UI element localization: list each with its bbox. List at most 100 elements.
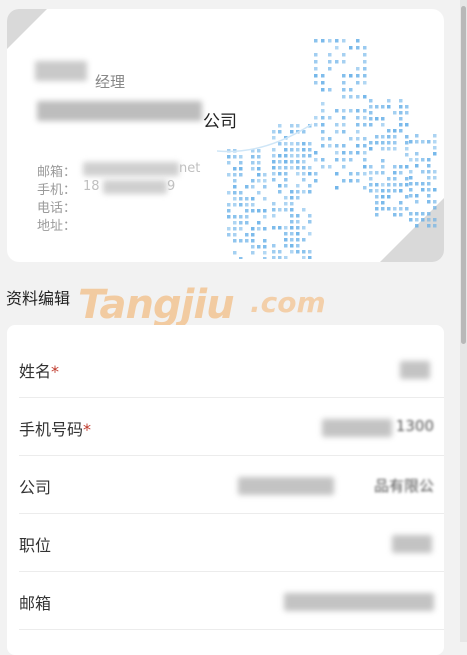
building-dot bbox=[349, 74, 353, 78]
building-dot bbox=[427, 200, 431, 204]
building-dot bbox=[363, 53, 367, 57]
building-dot bbox=[278, 226, 282, 230]
building-dot bbox=[284, 172, 288, 176]
vertical-scrollbar[interactable] bbox=[460, 0, 467, 642]
building-dot bbox=[356, 172, 360, 176]
building-dot bbox=[302, 154, 306, 158]
building-dot bbox=[415, 218, 419, 222]
building-dot bbox=[363, 172, 367, 176]
required-mark: * bbox=[83, 420, 92, 439]
building-dot bbox=[321, 158, 325, 162]
watermark-dotcom: .com bbox=[250, 286, 326, 319]
building-dot bbox=[284, 238, 288, 242]
card-name-redacted bbox=[35, 61, 87, 81]
building-dot bbox=[272, 226, 276, 230]
building-dot bbox=[239, 173, 243, 177]
building-dot bbox=[381, 117, 385, 121]
building-dot bbox=[409, 212, 413, 216]
building-dot bbox=[356, 39, 360, 43]
building-dot bbox=[284, 148, 288, 152]
building-dot bbox=[251, 179, 255, 183]
building-dot bbox=[245, 185, 249, 189]
field-value-position-redacted[interactable] bbox=[392, 535, 432, 553]
field-value-mobile-redacted[interactable] bbox=[322, 419, 392, 437]
building-dot bbox=[349, 158, 353, 162]
building-dot bbox=[433, 200, 437, 204]
card-phone-redacted bbox=[103, 180, 167, 194]
building-dot bbox=[321, 81, 325, 85]
building-dot bbox=[308, 250, 312, 254]
building-dot bbox=[381, 147, 385, 151]
building-dot bbox=[314, 123, 318, 127]
building-dot bbox=[290, 130, 294, 134]
field-value-company-tail[interactable]: 品有限公 bbox=[374, 475, 434, 496]
building-dot bbox=[302, 142, 306, 146]
building-dot bbox=[328, 60, 332, 64]
building-dot bbox=[356, 95, 360, 99]
building-dot bbox=[263, 197, 267, 201]
building-dot bbox=[239, 191, 243, 195]
building-dot bbox=[381, 171, 385, 175]
building-dot bbox=[421, 182, 425, 186]
building-dot bbox=[290, 238, 294, 242]
building-dot bbox=[342, 39, 346, 43]
building-dot bbox=[290, 154, 294, 158]
building-dot bbox=[257, 221, 261, 225]
field-row-position[interactable]: 职位 bbox=[19, 513, 444, 572]
building-dot bbox=[302, 208, 306, 212]
building-dot bbox=[251, 167, 255, 171]
field-value-email-redacted[interactable] bbox=[284, 593, 434, 611]
building-dot bbox=[302, 250, 306, 254]
field-value-company-redacted[interactable] bbox=[238, 477, 334, 495]
building-dot bbox=[308, 256, 312, 259]
building-dot bbox=[363, 95, 367, 99]
building-dot bbox=[227, 209, 231, 213]
building-dot bbox=[233, 251, 237, 255]
building-dot bbox=[427, 182, 431, 186]
building-dot bbox=[284, 160, 288, 164]
building-dot bbox=[342, 88, 346, 92]
field-value-mobile-tail[interactable]: 1300 bbox=[396, 417, 434, 435]
scrollbar-thumb[interactable] bbox=[461, 6, 466, 344]
building-dot bbox=[387, 183, 391, 187]
building-dot bbox=[381, 201, 385, 205]
building-dot bbox=[427, 224, 431, 228]
building-dot bbox=[296, 124, 300, 128]
card-tel-label: 电话： bbox=[37, 201, 77, 216]
building-dot bbox=[314, 67, 318, 71]
field-row-name[interactable]: 姓名* bbox=[19, 339, 444, 398]
building-dot bbox=[363, 165, 367, 169]
field-row-email[interactable]: 邮箱 bbox=[19, 571, 444, 630]
building-dot bbox=[335, 60, 339, 64]
building-dot bbox=[399, 171, 403, 175]
building-dot bbox=[387, 207, 391, 211]
building-dot bbox=[321, 144, 325, 148]
building-dot bbox=[405, 153, 409, 157]
building-dot bbox=[405, 183, 409, 187]
building-dot bbox=[284, 208, 288, 212]
field-label-mobile-text: 手机号码 bbox=[19, 420, 84, 439]
building-dot bbox=[399, 165, 403, 169]
building-dot bbox=[233, 185, 237, 189]
card-email-label: 邮箱： bbox=[37, 165, 77, 180]
building-dot bbox=[296, 184, 300, 188]
building-dot bbox=[321, 116, 325, 120]
building-dot bbox=[415, 134, 419, 138]
building-dot bbox=[308, 220, 312, 224]
building-dot bbox=[321, 137, 325, 141]
field-row-company[interactable]: 公司 品有限公 bbox=[19, 455, 444, 514]
building-dot bbox=[302, 160, 306, 164]
field-value-name-redacted[interactable] bbox=[400, 361, 430, 379]
building-dot bbox=[433, 146, 437, 150]
building-dot bbox=[363, 46, 367, 50]
card-corner-decoration bbox=[7, 9, 47, 49]
building-dot bbox=[278, 256, 282, 259]
building-dot bbox=[427, 164, 431, 168]
field-row-mobile[interactable]: 手机号码* 1300 bbox=[19, 397, 444, 456]
building-dot bbox=[257, 167, 261, 171]
building-dot bbox=[296, 244, 300, 248]
building-dot bbox=[415, 152, 419, 156]
building-dot bbox=[321, 109, 325, 113]
building-dot bbox=[342, 151, 346, 155]
building-dot bbox=[272, 166, 276, 170]
